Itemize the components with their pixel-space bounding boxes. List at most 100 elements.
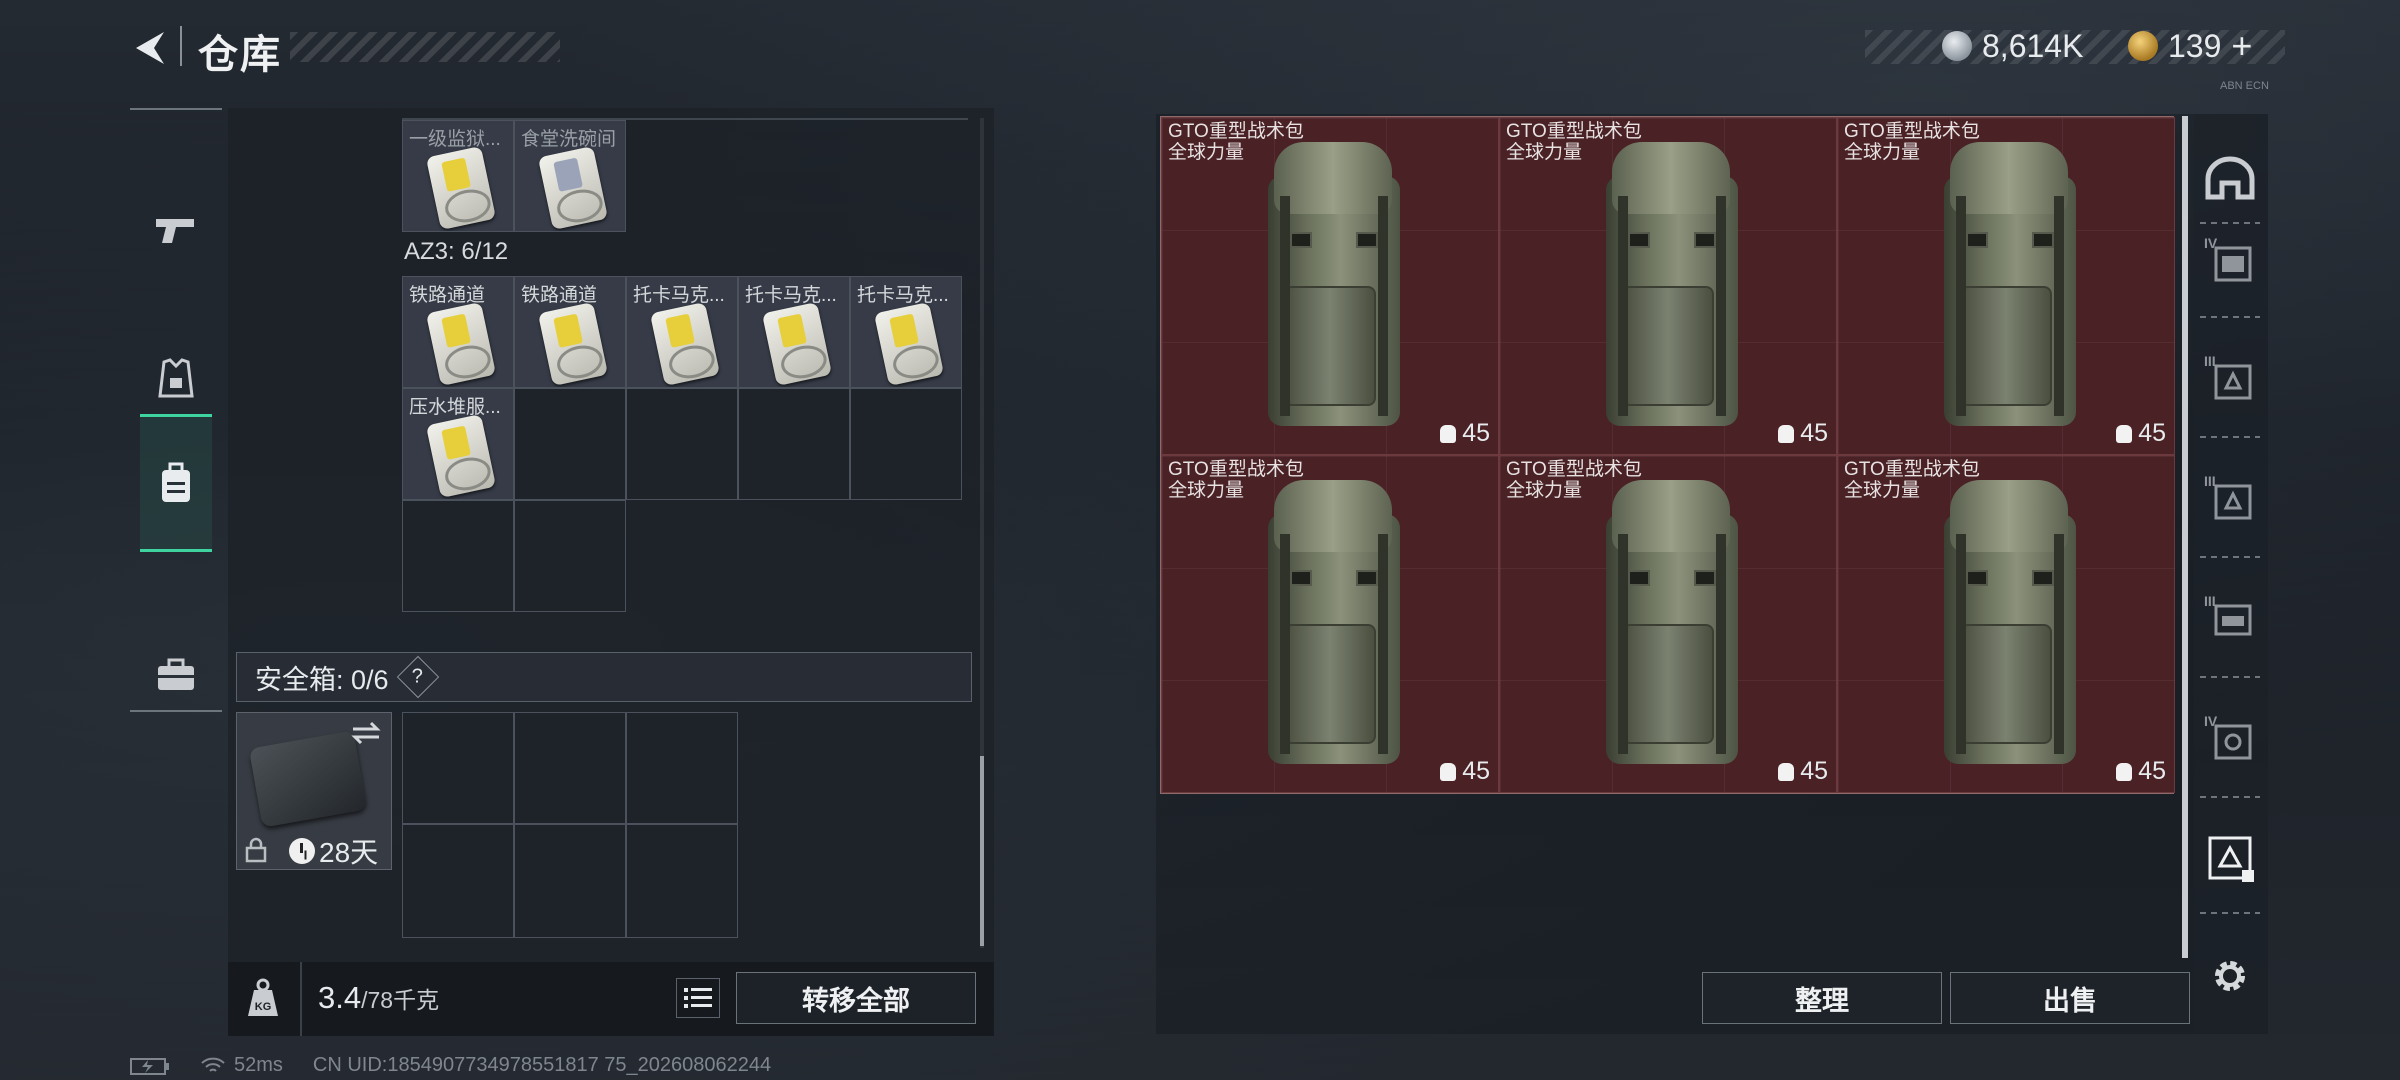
filter-divider <box>2200 912 2260 914</box>
item-key-card[interactable]: 铁路通道 <box>514 276 626 388</box>
backpack-icon <box>1936 474 2086 774</box>
backpack-tier-icon: IV <box>2204 713 2252 760</box>
filter-all-backpacks[interactable] <box>2198 826 2262 890</box>
empty-slot[interactable] <box>626 824 738 938</box>
gold-amount: 139 <box>2168 27 2222 64</box>
empty-slot[interactable] <box>514 500 626 612</box>
empty-slot[interactable] <box>626 712 738 824</box>
gold-currency[interactable]: 139 + <box>2128 24 2252 68</box>
item-name: 托卡马克... <box>857 285 949 306</box>
backpack-item[interactable]: GTO重型战术包 全球力量 45 <box>1499 117 1837 455</box>
backpack-item[interactable]: GTO重型战术包 全球力量 45 <box>1837 117 2175 455</box>
page-title: 仓库 <box>198 33 282 77</box>
key-card-icon <box>425 145 497 231</box>
item-key-card[interactable]: 压水堆服... <box>402 388 514 500</box>
filter-backpack-tier-3[interactable]: III <box>2198 586 2262 650</box>
item-faction: 全球力量 <box>1168 480 1245 501</box>
filter-divider <box>2200 436 2260 438</box>
svg-text:IV: IV <box>2204 235 2218 251</box>
weight-icon <box>1778 762 1795 781</box>
armor-icon <box>158 358 194 398</box>
key-card-icon <box>649 301 721 387</box>
empty-slot[interactable] <box>850 388 962 500</box>
item-key-card[interactable]: 铁路通道 <box>402 276 514 388</box>
gold-coin-icon <box>2128 31 2158 61</box>
inventory-scrollbar-thumb[interactable] <box>980 756 984 946</box>
carry-weight: 3.4/78千克 <box>318 980 439 1016</box>
container-label: AZ3: 6/12 <box>404 238 509 265</box>
item-faction: 全球力量 <box>1168 142 1245 163</box>
item-key-card[interactable]: 托卡马克... <box>626 276 738 388</box>
backpack-item[interactable]: GTO重型战术包 全球力量 45 <box>1837 455 2175 793</box>
filter-helmet[interactable] <box>2198 146 2262 210</box>
settings-button[interactable] <box>2198 944 2262 1008</box>
backpack-tier-icon: III <box>2204 593 2252 636</box>
backpack-item[interactable]: GTO重型战术包 全球力量 45 <box>1161 117 1499 455</box>
item-name: 托卡马克... <box>633 285 725 306</box>
tab-toolbox[interactable] <box>140 606 212 744</box>
filter-backpack-tier-4[interactable]: IV <box>2198 228 2262 292</box>
back-arrow-icon[interactable] <box>128 26 172 70</box>
backpack-icon <box>1598 136 1748 436</box>
filter-divider <box>2200 222 2260 224</box>
item-key-card[interactable]: 食堂洗碗间 <box>514 120 626 232</box>
backpack-item[interactable]: GTO重型战术包 全球力量 45 <box>1499 455 1837 793</box>
transfer-all-button[interactable]: 转移全部 <box>736 972 976 1024</box>
backpack-icon <box>1598 474 1748 774</box>
tab-weapons[interactable] <box>140 162 212 300</box>
empty-slot[interactable] <box>402 500 514 612</box>
currency-small-code: ABN ECN <box>2220 80 2269 92</box>
safe-box-item[interactable]: 28天 <box>236 712 392 870</box>
empty-slot[interactable] <box>738 388 850 500</box>
stash-scrollbar[interactable] <box>2182 116 2188 958</box>
item-weight: 45 <box>1800 419 1828 447</box>
filter-backpack-tier-4[interactable]: IV <box>2198 706 2262 770</box>
item-key-card[interactable]: 一级监狱... <box>402 120 514 232</box>
sell-button[interactable]: 出售 <box>1950 972 2190 1024</box>
help-icon[interactable]: ? <box>396 655 439 699</box>
empty-slot[interactable] <box>402 824 514 938</box>
filter-backpack-tier-3[interactable]: III <box>2198 346 2262 410</box>
gun-icon <box>156 219 194 243</box>
swap-icon[interactable] <box>349 719 383 747</box>
backpack-filter-active-icon <box>2208 836 2254 882</box>
footer-divider <box>300 962 302 1036</box>
key-card-icon <box>761 301 833 387</box>
filter-backpack-tier-3[interactable]: III <box>2198 466 2262 530</box>
item-weight: 45 <box>2138 419 2166 447</box>
svg-text:IV: IV <box>2204 713 2218 729</box>
item-key-card[interactable]: 托卡马克... <box>738 276 850 388</box>
battery-icon <box>130 1057 169 1075</box>
toolbox-icon <box>158 658 194 690</box>
empty-slot[interactable] <box>514 388 626 500</box>
header-divider <box>180 26 182 66</box>
silver-currency[interactable]: 8,614K <box>1942 24 2083 68</box>
category-tab-bar <box>130 108 222 712</box>
list-view-button[interactable] <box>676 978 720 1018</box>
silver-coin-icon <box>1942 31 1972 61</box>
user-uid: CN UID:1854907734978551817 75_2026080622… <box>312 1054 772 1076</box>
safe-box-days: 28天 <box>319 837 379 868</box>
wifi-icon <box>201 1057 225 1072</box>
item-faction: 全球力量 <box>1506 480 1583 501</box>
gold-plus-button[interactable]: + <box>2231 25 2252 67</box>
filter-divider <box>2200 316 2260 318</box>
item-name: 铁路通道 <box>521 285 598 306</box>
silver-amount: 8,614K <box>1982 27 2084 64</box>
helmet-icon <box>2205 156 2255 200</box>
item-name: 托卡马克... <box>745 285 837 306</box>
empty-slot[interactable] <box>402 712 514 824</box>
key-card-icon <box>537 145 609 231</box>
filter-divider <box>2200 676 2260 678</box>
empty-slot[interactable] <box>514 712 626 824</box>
item-key-card[interactable]: 托卡马克... <box>850 276 962 388</box>
tab-backpack[interactable] <box>140 414 212 552</box>
key-card-icon <box>425 413 497 499</box>
empty-slot[interactable] <box>514 824 626 938</box>
backpack-item[interactable]: GTO重型战术包 全球力量 45 <box>1161 455 1499 793</box>
key-card-icon <box>425 301 497 387</box>
carry-weight-value: 3.4 <box>318 980 362 1015</box>
sort-button[interactable]: 整理 <box>1702 972 1942 1024</box>
weight-icon <box>1440 424 1457 443</box>
empty-slot[interactable] <box>626 388 738 500</box>
